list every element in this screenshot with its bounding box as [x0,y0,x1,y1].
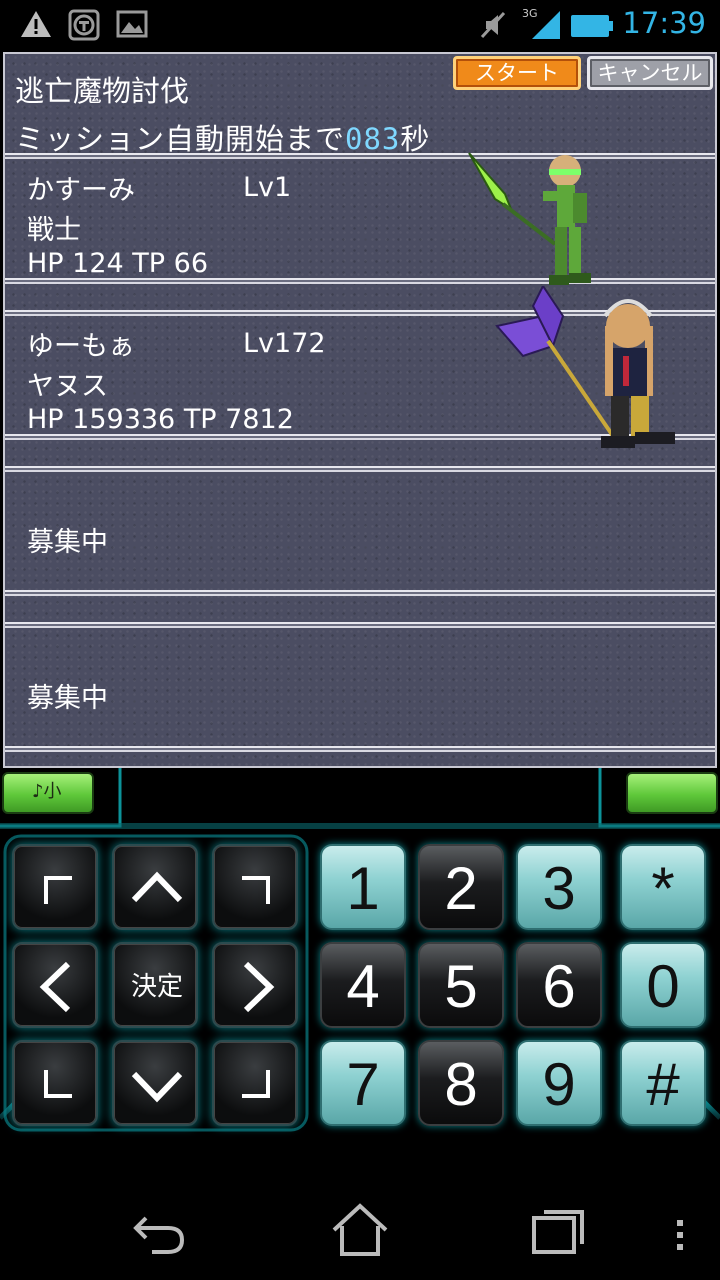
status-bar: 3G 17:39 [0,0,720,50]
key-5-button[interactable]: 5 [418,942,504,1028]
dpad-up-right-button[interactable] [212,844,298,930]
corner-up-right-icon [242,876,270,904]
battery-icon [570,13,614,43]
dpad-down-left-button[interactable] [12,1040,98,1126]
key-9-button[interactable]: 9 [516,1040,602,1126]
janus-sprite [495,286,675,448]
mission-autostart-text: ミッション自動開始まで083秒 [15,116,430,158]
key-hash-button[interactable]: # [620,1040,706,1126]
key-6-button[interactable]: 6 [516,942,602,1028]
arrow-up-icon [131,871,183,903]
dpad-down-right-button[interactable] [212,1040,298,1126]
recent-apps-button[interactable] [528,1198,592,1266]
mission-header: 逃亡魔物討伐 ミッション自動開始まで083秒 スタート キャンセル [5,54,715,156]
warning-icon [20,9,52,43]
divider [5,746,715,752]
autostart-suffix: 秒 [400,122,431,156]
virtual-keypad: ♪小 決定 1 2 3 * 4 5 6 0 7 8 9 # [0,768,720,1180]
key-2-button[interactable]: 2 [418,844,504,930]
corner-down-left-icon [44,1070,72,1098]
dpad-up-button[interactable] [112,844,198,930]
clock: 17:39 [622,6,706,40]
gallery-icon [116,9,148,43]
confirm-button[interactable]: 決定 [112,942,198,1028]
member-level: Lv1 [243,172,292,203]
member-stats: HP 159336 TP 7812 [27,404,294,435]
divider [5,590,715,596]
confirm-label: 決定 [130,972,183,1002]
party-slot-4[interactable]: 募集中 [5,626,715,746]
overflow-dots-icon [677,1220,683,1250]
arrow-down-icon [131,1071,183,1103]
dpad-right-button[interactable] [212,942,298,1028]
shield-app-icon [68,9,100,45]
signal-icon [530,9,562,45]
start-button[interactable]: スタート [453,56,581,90]
volume-button[interactable]: ♪小 [2,772,94,814]
home-button[interactable] [328,1198,392,1266]
recruiting-label: 募集中 [27,527,108,558]
green-function-button[interactable] [626,772,718,814]
member-name: ゆーもぁ [27,331,135,362]
member-level: Lv172 [243,328,326,359]
member-job: ヤヌス [27,371,108,402]
back-button[interactable] [128,1198,192,1266]
key-4-button[interactable]: 4 [320,942,406,1028]
recent-apps-icon [532,1210,584,1254]
member-job: 戦士 [27,215,81,246]
mission-title: 逃亡魔物討伐 [15,74,190,108]
member-stats: HP 124 TP 66 [27,248,208,279]
member-name: かすーみ [27,175,135,206]
dpad-left-button[interactable] [12,942,98,1028]
key-1-button[interactable]: 1 [320,844,406,930]
key-0-button[interactable]: 0 [620,942,706,1028]
home-icon [332,1203,388,1256]
corner-up-left-icon [44,876,72,904]
autostart-countdown: 083 [345,122,401,156]
key-3-button[interactable]: 3 [516,844,602,930]
back-icon [133,1216,185,1254]
navigation-bar [0,1180,720,1280]
arrow-right-icon [243,961,275,1013]
corner-down-right-icon [242,1070,270,1098]
warrior-sprite [468,152,591,285]
game-screen: 逃亡魔物討伐 ミッション自動開始まで083秒 スタート キャンセル かすーみ L… [3,52,717,768]
key-7-button[interactable]: 7 [320,1040,406,1126]
key-8-button[interactable]: 8 [418,1040,504,1126]
recruiting-label: 募集中 [27,683,108,714]
overflow-menu-button[interactable] [668,1198,692,1266]
mute-icon [478,9,510,45]
key-star-button[interactable]: * [620,844,706,930]
cancel-button[interactable]: キャンセル [587,56,713,90]
arrow-left-icon [39,961,71,1013]
party-slot-3[interactable]: 募集中 [5,470,715,590]
dpad-up-left-button[interactable] [12,844,98,930]
dpad-down-button[interactable] [112,1040,198,1126]
autostart-prefix: ミッション自動開始まで [15,122,346,156]
